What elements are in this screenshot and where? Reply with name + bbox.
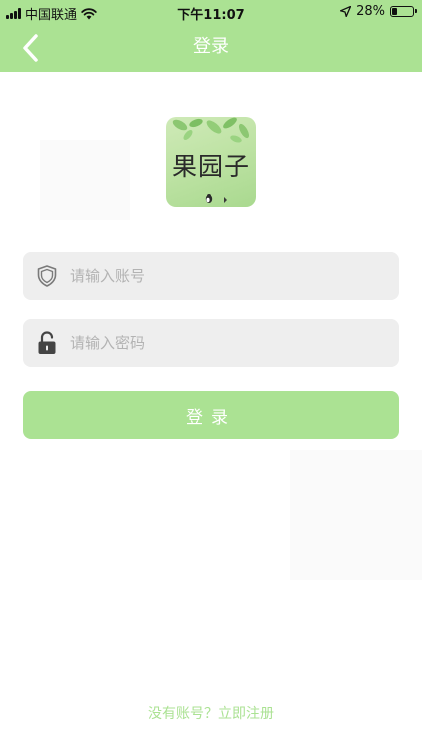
top-bar: 中国联通 下午11:07 28% 登录 [0,0,422,72]
status-bar: 中国联通 下午11:07 28% [0,0,422,24]
background-watermark [290,450,422,580]
battery-percent: 28% [356,4,385,19]
status-right: 28% [340,4,417,19]
login-button[interactable]: 登录 [23,391,399,439]
password-input[interactable] [68,322,399,364]
background-watermark [40,140,130,220]
app-logo: 果园子 [166,117,256,207]
password-field[interactable] [23,319,399,367]
register-link[interactable]: 没有账号？立即注册 [0,703,422,723]
page-title: 登录 [193,36,229,57]
shield-icon [36,264,58,288]
account-field[interactable] [23,252,399,300]
battery-icon [390,6,417,17]
logo-text: 果园子 [171,152,250,181]
unlock-icon [36,331,58,355]
account-input[interactable] [68,255,399,297]
location-arrow-icon [340,6,352,17]
